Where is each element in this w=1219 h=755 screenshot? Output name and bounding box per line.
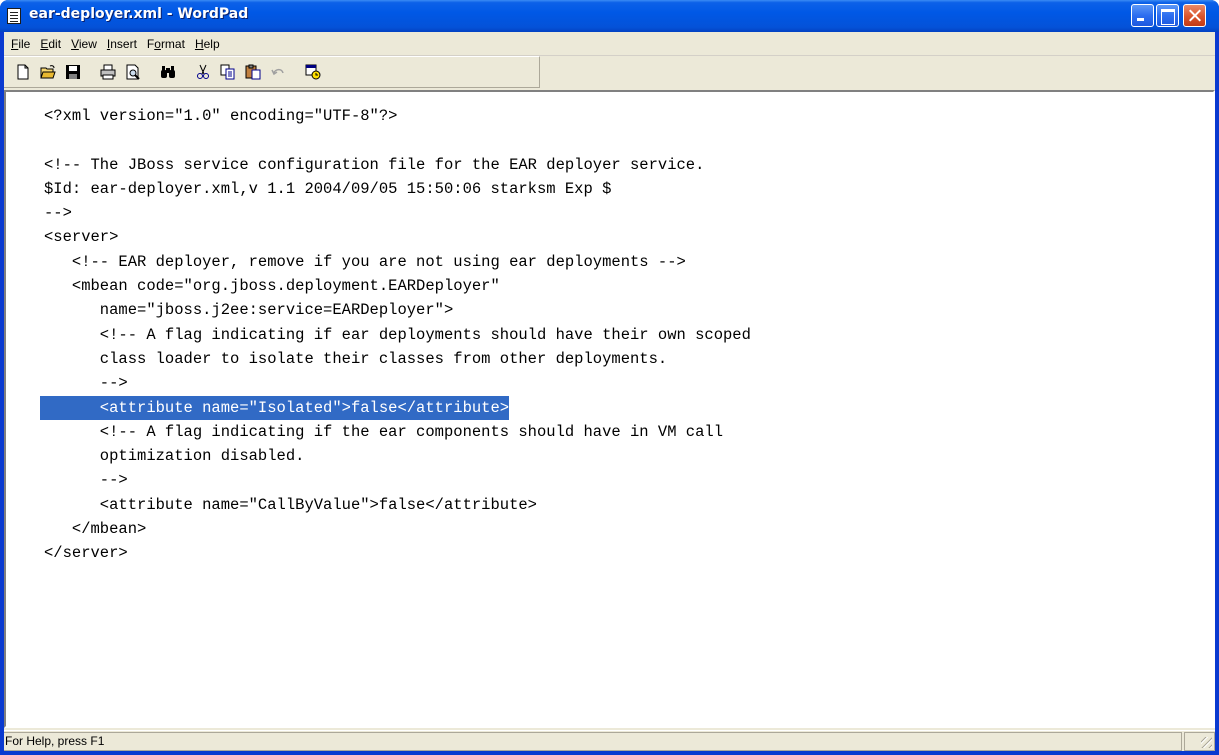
document-line[interactable]: -->: [44, 374, 128, 392]
document-line[interactable]: -->: [44, 204, 72, 222]
date-time-button[interactable]: [302, 61, 325, 83]
copy-button[interactable]: [217, 61, 240, 83]
save-icon: [66, 65, 80, 79]
new-button[interactable]: [12, 61, 35, 83]
cut-icon: [197, 64, 209, 79]
close-button[interactable]: [1183, 4, 1206, 27]
document-line[interactable]: <!-- The JBoss service configuration fil…: [44, 156, 704, 174]
find-button[interactable]: [157, 61, 180, 83]
paste-button[interactable]: [242, 61, 265, 83]
cut-button[interactable]: [192, 61, 215, 83]
menu-format[interactable]: Format: [142, 37, 190, 51]
document-line[interactable]: <server>: [44, 228, 118, 246]
document-line[interactable]: </server>: [44, 544, 128, 562]
print-preview-button[interactable]: [122, 61, 145, 83]
window-title: ear-deployer.xml - WordPad: [29, 6, 249, 22]
open-icon: [40, 65, 56, 79]
copy-icon: [220, 64, 235, 80]
document-area[interactable]: <?xml version="1.0" encoding="UTF-8"?> <!…: [4, 90, 1215, 728]
document-line[interactable]: -->: [44, 471, 128, 489]
wordpad-document-icon[interactable]: [7, 8, 21, 24]
menu-help[interactable]: Help: [190, 37, 225, 51]
print-button[interactable]: [97, 61, 120, 83]
toolbar: [4, 56, 540, 88]
document-line[interactable]: </mbean>: [44, 520, 146, 538]
selected-text-line[interactable]: <attribute name="Isolated">false</attrib…: [40, 395, 510, 420]
save-button[interactable]: [62, 61, 85, 83]
print-icon: [100, 64, 116, 80]
date-time-icon: [305, 64, 321, 80]
maximize-button[interactable]: [1156, 4, 1179, 27]
document-line[interactable]: <?xml version="1.0" encoding="UTF-8"?>: [44, 107, 397, 125]
undo-button[interactable]: [267, 61, 290, 83]
status-pane: [1184, 732, 1215, 751]
resize-grip[interactable]: [1201, 737, 1212, 748]
document-line[interactable]: <!-- A flag indicating if the ear compon…: [44, 423, 723, 441]
client-area: File Edit View Insert Format Help <?xml …: [4, 32, 1215, 751]
document-text[interactable]: <?xml version="1.0" encoding="UTF-8"?> <!…: [40, 104, 1203, 726]
title-bar[interactable]: ear-deployer.xml - WordPad: [0, 0, 1219, 32]
wordpad-window: ear-deployer.xml - WordPad File Edit Vie…: [0, 0, 1219, 755]
document-line[interactable]: name="jboss.j2ee:service=EARDeployer">: [44, 301, 453, 319]
open-button[interactable]: [37, 61, 60, 83]
minimize-button[interactable]: [1131, 4, 1154, 27]
menu-file[interactable]: File: [6, 37, 35, 51]
undo-icon: [271, 68, 284, 76]
menu-edit[interactable]: Edit: [35, 37, 66, 51]
menu-view[interactable]: View: [66, 37, 102, 51]
print-preview-icon: [126, 64, 140, 80]
document-line[interactable]: <!-- A flag indicating if ear deployment…: [44, 326, 751, 344]
find-icon: [161, 66, 175, 78]
document-line[interactable]: <attribute name="CallByValue">false</att…: [44, 496, 537, 514]
document-line[interactable]: optimization disabled.: [44, 447, 305, 465]
new-icon: [17, 64, 29, 80]
document-line[interactable]: <!-- EAR deployer, remove if you are not…: [44, 253, 686, 271]
paste-icon: [245, 64, 261, 80]
document-line[interactable]: <mbean code="org.jboss.deployment.EARDep…: [44, 277, 500, 295]
status-text: For Help, press F1: [4, 732, 1182, 751]
status-bar: For Help, press F1: [4, 730, 1215, 751]
menu-bar: File Edit View Insert Format Help: [4, 32, 1215, 56]
document-line[interactable]: class loader to isolate their classes fr…: [44, 350, 667, 368]
document-line[interactable]: $Id: ear-deployer.xml,v 1.1 2004/09/05 1…: [44, 180, 611, 198]
menu-insert[interactable]: Insert: [102, 37, 142, 51]
